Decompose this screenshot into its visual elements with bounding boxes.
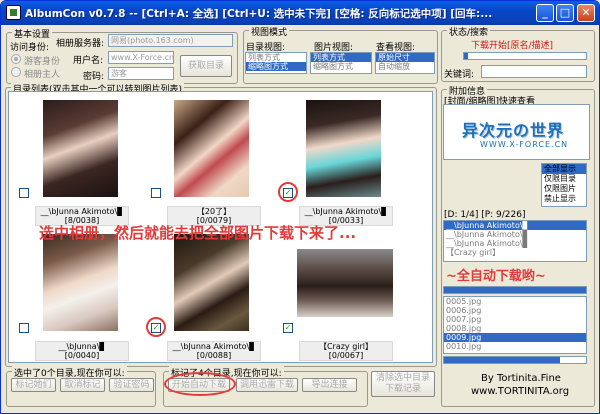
annotation-main: 选中相册，然后就能去把全部图片下载下来了... (39, 224, 357, 242)
list-item[interactable]: 仅限目录 (542, 174, 586, 184)
list-item[interactable]: 原始尺寸 (376, 53, 434, 62)
album-checkbox[interactable] (19, 188, 29, 198)
site-logo: 异次元の世界 (462, 121, 565, 140)
list-item[interactable]: 0010.jpg (444, 342, 586, 351)
look-view-list[interactable]: 原始尺寸 自动缩放 (375, 52, 435, 74)
highlight-circle (164, 372, 236, 396)
maximize-button[interactable]: □ (556, 4, 574, 22)
album-title: 【20了】 (196, 207, 232, 216)
list-item[interactable]: __\bJunna Akimoto\▊ (444, 221, 586, 230)
download-file-list[interactable]: 0005.jpg 0006.jpg 0007.jpg 0008.jpg 0009… (443, 296, 587, 354)
album-cover[interactable] (43, 234, 118, 331)
album-title: 【Crazy girl】 (318, 342, 374, 351)
list-item[interactable]: 【Crazy girl】 (444, 248, 586, 257)
album-caption[interactable]: __\bJunna Akimoto\▊ [0/0088] (167, 341, 261, 361)
cover-preview: 异次元の世界 WWW.X-FORCE.CN (443, 104, 590, 160)
clear-records-button[interactable]: 清除选中目录 下载记录 (371, 371, 435, 397)
password-input[interactable]: 游客 (108, 67, 174, 80)
verify-password-button[interactable]: 验证密码 (109, 378, 154, 392)
clear-records-line2: 下载记录 (384, 384, 421, 394)
pic-view-list[interactable]: 列表方式 缩略图方式 (310, 52, 372, 74)
title-bar[interactable]: AlbumCon v0.7.8 -- [Ctrl+A: 全选] [Ctrl+U:… (1, 1, 599, 25)
server-label: 相册服务器: (56, 39, 105, 49)
close-button[interactable]: ✕ (577, 4, 595, 22)
album-checkbox[interactable] (19, 323, 29, 333)
album-cover[interactable] (306, 100, 381, 197)
download-progress-fill (444, 287, 586, 293)
guest-radio[interactable] (11, 54, 21, 64)
view-mode-title: 视图模式 (249, 25, 290, 38)
download-progress (443, 286, 587, 294)
album-count: [0/0088] (196, 351, 232, 360)
album-checkbox[interactable]: ✓ (283, 323, 293, 333)
list-item[interactable]: 0008.jpg (444, 324, 586, 333)
album-count: [0/0040] (64, 351, 100, 360)
album-cover[interactable] (43, 100, 118, 197)
album-cover[interactable] (174, 100, 249, 197)
list-item[interactable]: 全部显示 (542, 164, 586, 174)
site-logo-url: WWW.X-FORCE.CN (480, 140, 569, 149)
list-item[interactable]: 自动缩放 (376, 62, 434, 71)
mark-button[interactable]: 标记她们 (11, 378, 56, 392)
author-site[interactable]: www.TORTINITA.org (471, 386, 569, 397)
minimize-button[interactable]: _ (536, 4, 554, 22)
username-input[interactable]: www.X-Force.cn (108, 51, 174, 64)
highlight-circle (278, 182, 298, 202)
fetch-dir-button[interactable]: 获取目录 (180, 55, 232, 77)
list-item[interactable]: 缩略图方式 (246, 62, 306, 71)
list-item[interactable]: 0007.jpg (444, 315, 586, 324)
album-cover[interactable] (174, 234, 249, 331)
download-dir-list[interactable]: __\bJunna Akimoto\▊ __\bJunna Akimoto\▊ … (443, 220, 587, 262)
list-item[interactable]: 列表方式 (246, 53, 306, 62)
guest-radio-label: 游客身份 (24, 57, 61, 67)
owner-radio[interactable] (11, 67, 21, 77)
window-title: AlbumCon v0.7.8 -- [Ctrl+A: 全选] [Ctrl+U:… (25, 8, 493, 20)
file-progress (443, 356, 587, 364)
album-count: [0/0067] (328, 351, 364, 360)
album-checkbox[interactable] (151, 188, 161, 198)
keyword-label: 关键词: (444, 70, 475, 80)
album-cover[interactable] (297, 249, 393, 317)
owner-radio-label: 相册主人 (24, 70, 61, 80)
status-progress-fill (464, 53, 468, 59)
export-links-button[interactable]: 导出连接 (302, 378, 357, 392)
server-select[interactable]: 网易(photo.163.com) (108, 34, 233, 47)
album-caption[interactable]: 【Crazy girl】 [0/0067] (299, 341, 393, 361)
list-item[interactable]: 0006.jpg (444, 306, 586, 315)
password-label: 密码: (83, 72, 105, 82)
album-caption[interactable]: __\bJunna\▊ [0/0040] (35, 341, 129, 361)
album-title: __\bJunna Akimoto\▊ (40, 207, 124, 216)
status-text: 下载开始[原名/描述] (471, 41, 554, 51)
list-item[interactable]: __\bJunna Akimoto\▊ (444, 239, 586, 248)
display-mode-list[interactable]: 全部显示 仅限目录 仅限图片 禁止显示 (541, 163, 587, 207)
list-item[interactable]: __\bJunna Akimoto\▊ (444, 230, 586, 239)
annotation-auto: ~全自动下载哟~ (446, 269, 546, 284)
list-item[interactable]: 禁止显示 (542, 194, 586, 204)
author-credit: By Tortinita.Fine (481, 373, 561, 384)
keyword-input[interactable] (481, 65, 587, 78)
list-item[interactable]: 仅限图片 (542, 184, 586, 194)
album-title: __\bJunna\▊ (58, 342, 106, 351)
thunder-download-button[interactable]: 调用迅雷下载 (236, 378, 298, 392)
album-title: __\bJunna Akimoto\▊ (304, 207, 388, 216)
username-label: 用户名: (73, 56, 104, 66)
file-progress-fill (444, 357, 561, 363)
list-item[interactable]: 缩略图方式 (311, 62, 371, 71)
counter-label: [D: 1/4] [P: 9/226] (444, 210, 526, 220)
basic-settings-title: 基本设置 (12, 27, 53, 40)
dir-view-list[interactable]: 列表方式 缩略图方式 (245, 52, 307, 74)
unmark-button[interactable]: 取消标记 (60, 378, 105, 392)
album-title: __\bJunna Akimoto\▊ (172, 342, 256, 351)
clear-records-line1: 清除选中目录 (375, 373, 430, 383)
list-item[interactable]: 0009.jpg (444, 333, 586, 342)
status-progress (463, 52, 587, 60)
highlight-circle (146, 317, 166, 337)
list-item[interactable]: 列表方式 (311, 53, 371, 62)
app-icon (6, 5, 21, 20)
access-label: 访问身份: (10, 43, 50, 53)
app-window: AlbumCon v0.7.8 -- [Ctrl+A: 全选] [Ctrl+U:… (0, 0, 600, 414)
list-item[interactable]: 0005.jpg (444, 297, 586, 306)
status-search-title: 状态/搜索 (447, 25, 491, 38)
